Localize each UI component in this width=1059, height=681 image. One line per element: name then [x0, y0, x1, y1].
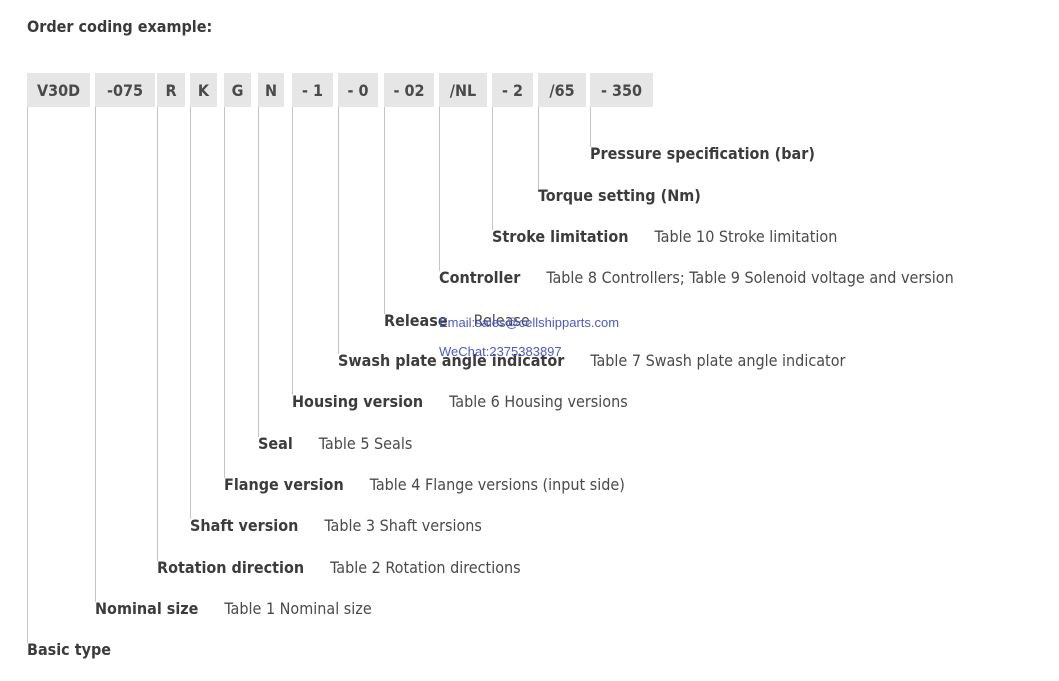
field-name: Stroke limitation: [492, 227, 629, 246]
connector-line: [258, 107, 259, 437]
code-segment: - 02: [384, 73, 434, 107]
field-name: Seal: [258, 434, 293, 453]
code-segment: -075: [95, 73, 155, 107]
field-name: Basic type: [27, 640, 112, 659]
code-field-row: Rotation direction Table 2 Rotation direc…: [157, 557, 521, 579]
connector-line: [224, 107, 225, 478]
connector-line: [190, 107, 191, 519]
field-table-reference: Table 8 Controllers; Table 9 Solenoid vo…: [546, 268, 954, 287]
code-field-row: Pressure specification (bar): [590, 143, 815, 165]
field-name: Rotation direction: [157, 558, 305, 577]
connector-line: [590, 107, 591, 147]
field-name: Shaft version: [190, 516, 299, 535]
field-table-reference: Table 6 Housing versions: [449, 392, 628, 411]
code-field-row: Controller Table 8 Controllers; Table 9 S…: [439, 267, 954, 289]
field-name: Flange version: [224, 475, 344, 494]
code-segment: K: [190, 73, 217, 107]
code-field-row: Basic type: [27, 639, 111, 661]
code-field-row: Seal Table 5 Seals: [258, 433, 412, 455]
code-segment: N: [258, 73, 284, 107]
code-segment: - 0: [338, 73, 378, 107]
code-segment: G: [224, 73, 251, 107]
connector-line: [384, 107, 385, 314]
code-segment: /NL: [439, 73, 487, 107]
watermark-email: Email:sales@cellshipparts.com: [439, 315, 620, 330]
field-name: Nominal size: [95, 599, 199, 618]
code-segment: - 1: [292, 73, 333, 107]
code-segment: - 350: [590, 73, 653, 107]
connector-line: [439, 107, 440, 271]
code-segment: R: [157, 73, 185, 107]
connector-line: [292, 107, 293, 395]
connector-line: [492, 107, 493, 230]
code-field-row: Flange version Table 4 Flange versions (i…: [224, 474, 625, 496]
field-table-reference: Table 4 Flange versions (input side): [369, 475, 625, 494]
field-name: Controller: [439, 268, 521, 287]
connector-line: [157, 107, 158, 561]
code-field-row: Nominal size Table 1 Nominal size: [95, 598, 372, 620]
field-table-reference: Table 1 Nominal size: [224, 599, 372, 618]
code-field-row: Stroke limitation Table 10 Stroke limitat…: [492, 226, 837, 248]
field-table-reference: Table 3 Shaft versions: [324, 516, 482, 535]
code-field-row: Housing version Table 6 Housing versions: [292, 391, 628, 413]
connector-line: [538, 107, 539, 189]
code-field-row: Swash plate angle indicator Table 7 Swash…: [338, 350, 845, 372]
connector-line: [27, 107, 28, 643]
field-name: Torque setting (Nm): [538, 186, 701, 205]
connector-line: [338, 107, 339, 354]
field-name: Housing version: [292, 392, 424, 411]
code-segment: - 2: [492, 73, 533, 107]
page-title: Order coding example:: [27, 17, 213, 36]
field-table-reference: Table 5 Seals: [318, 434, 413, 453]
code-segment: V30D: [27, 73, 90, 107]
connector-line: [95, 107, 96, 602]
field-table-reference: Table 2 Rotation directions: [330, 558, 521, 577]
watermark-wechat: WeChat:2375383897: [439, 344, 562, 359]
code-field-row: Torque setting (Nm): [538, 185, 701, 207]
field-name: Pressure specification (bar): [590, 144, 815, 163]
field-table-reference: Table 7 Swash plate angle indicator: [590, 351, 846, 370]
code-segment: /65: [538, 73, 586, 107]
code-field-row: Shaft version Table 3 Shaft versions: [190, 515, 482, 537]
field-table-reference: Table 10 Stroke limitation: [654, 227, 838, 246]
